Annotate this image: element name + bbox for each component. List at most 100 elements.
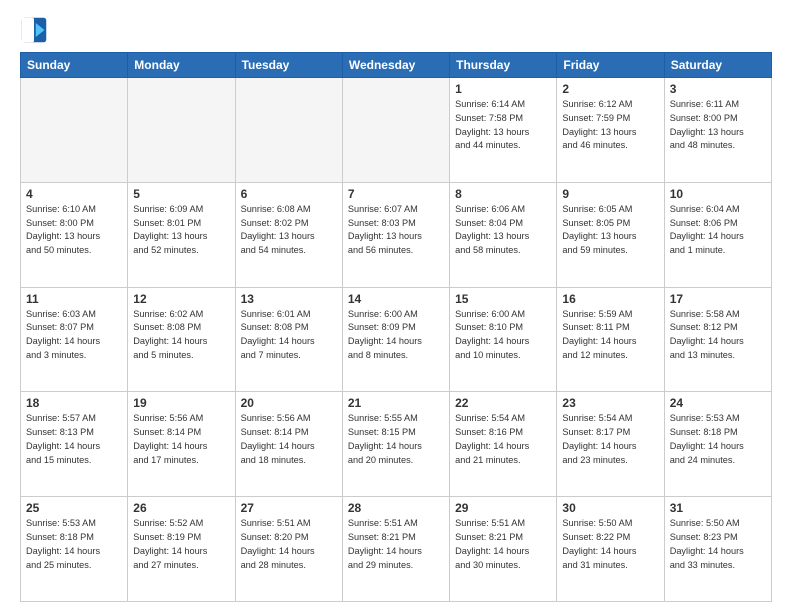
day-info: Sunrise: 6:04 AMSunset: 8:06 PMDaylight:… [670,203,766,258]
calendar-cell: 26 Sunrise: 5:52 AMSunset: 8:19 PMDayligh… [128,497,235,602]
day-number: 5 [133,187,229,201]
calendar-cell: 3 Sunrise: 6:11 AMSunset: 8:00 PMDaylight… [664,78,771,183]
day-number: 16 [562,292,658,306]
weekday-header-thursday: Thursday [450,53,557,78]
calendar-cell: 12 Sunrise: 6:02 AMSunset: 8:08 PMDayligh… [128,287,235,392]
day-number: 13 [241,292,337,306]
day-number: 15 [455,292,551,306]
day-number: 4 [26,187,122,201]
day-info: Sunrise: 5:50 AMSunset: 8:23 PMDaylight:… [670,517,766,572]
calendar-cell: 30 Sunrise: 5:50 AMSunset: 8:22 PMDayligh… [557,497,664,602]
calendar-cell: 9 Sunrise: 6:05 AMSunset: 8:05 PMDaylight… [557,182,664,287]
day-number: 23 [562,396,658,410]
day-number: 12 [133,292,229,306]
calendar-cell: 2 Sunrise: 6:12 AMSunset: 7:59 PMDaylight… [557,78,664,183]
calendar-cell: 4 Sunrise: 6:10 AMSunset: 8:00 PMDaylight… [21,182,128,287]
calendar-cell: 14 Sunrise: 6:00 AMSunset: 8:09 PMDayligh… [342,287,449,392]
calendar-cell: 8 Sunrise: 6:06 AMSunset: 8:04 PMDaylight… [450,182,557,287]
day-number: 19 [133,396,229,410]
calendar-cell: 13Sunrise: 6:01 AMSunset: 8:08 PMDayligh… [235,287,342,392]
day-number: 7 [348,187,444,201]
day-info: Sunrise: 5:57 AMSunset: 8:13 PMDaylight:… [26,412,122,467]
day-number: 31 [670,501,766,515]
calendar-cell: 5 Sunrise: 6:09 AMSunset: 8:01 PMDaylight… [128,182,235,287]
day-info: Sunrise: 6:05 AMSunset: 8:05 PMDaylight:… [562,203,658,258]
day-number: 26 [133,501,229,515]
day-number: 3 [670,82,766,96]
header [20,16,772,44]
day-number: 1 [455,82,551,96]
day-info: Sunrise: 6:12 AMSunset: 7:59 PMDaylight:… [562,98,658,153]
calendar-cell [342,78,449,183]
day-info: Sunrise: 6:09 AMSunset: 8:01 PMDaylight:… [133,203,229,258]
calendar-cell [21,78,128,183]
day-number: 8 [455,187,551,201]
calendar-cell: 20Sunrise: 5:56 AMSunset: 8:14 PMDayligh… [235,392,342,497]
calendar-cell: 21Sunrise: 5:55 AMSunset: 8:15 PMDayligh… [342,392,449,497]
day-info: Sunrise: 5:59 AMSunset: 8:11 PMDaylight:… [562,308,658,363]
day-info: Sunrise: 6:14 AMSunset: 7:58 PMDaylight:… [455,98,551,153]
calendar-cell: 23 Sunrise: 5:54 AMSunset: 8:17 PMDayligh… [557,392,664,497]
day-info: Sunrise: 5:51 AMSunset: 8:20 PMDaylight:… [241,517,337,572]
day-number: 30 [562,501,658,515]
calendar-cell: 31 Sunrise: 5:50 AMSunset: 8:23 PMDayligh… [664,497,771,602]
day-info: Sunrise: 6:10 AMSunset: 8:00 PMDaylight:… [26,203,122,258]
day-number: 29 [455,501,551,515]
day-info: Sunrise: 6:02 AMSunset: 8:08 PMDaylight:… [133,308,229,363]
day-info: Sunrise: 5:54 AMSunset: 8:16 PMDaylight:… [455,412,551,467]
calendar-cell: 24 Sunrise: 5:53 AMSunset: 8:18 PMDayligh… [664,392,771,497]
day-info: Sunrise: 5:54 AMSunset: 8:17 PMDaylight:… [562,412,658,467]
day-info: Sunrise: 5:56 AMSunset: 8:14 PMDaylight:… [241,412,337,467]
day-info: Sunrise: 5:52 AMSunset: 8:19 PMDaylight:… [133,517,229,572]
logo-icon [20,16,48,44]
calendar-cell: 16 Sunrise: 5:59 AMSunset: 8:11 PMDayligh… [557,287,664,392]
calendar-cell: 17Sunrise: 5:58 AMSunset: 8:12 PMDayligh… [664,287,771,392]
calendar-cell: 15Sunrise: 6:00 AMSunset: 8:10 PMDayligh… [450,287,557,392]
day-number: 9 [562,187,658,201]
day-info: Sunrise: 6:06 AMSunset: 8:04 PMDaylight:… [455,203,551,258]
weekday-header-monday: Monday [128,53,235,78]
calendar-cell [235,78,342,183]
day-info: Sunrise: 6:07 AMSunset: 8:03 PMDaylight:… [348,203,444,258]
day-number: 14 [348,292,444,306]
day-number: 21 [348,396,444,410]
calendar-cell: 27 Sunrise: 5:51 AMSunset: 8:20 PMDayligh… [235,497,342,602]
day-number: 22 [455,396,551,410]
day-info: Sunrise: 5:53 AMSunset: 8:18 PMDaylight:… [26,517,122,572]
weekday-header-tuesday: Tuesday [235,53,342,78]
calendar-cell: 6 Sunrise: 6:08 AMSunset: 8:02 PMDaylight… [235,182,342,287]
weekday-header-friday: Friday [557,53,664,78]
day-number: 18 [26,396,122,410]
calendar-cell: 18 Sunrise: 5:57 AMSunset: 8:13 PMDayligh… [21,392,128,497]
day-number: 24 [670,396,766,410]
day-info: Sunrise: 6:00 AMSunset: 8:09 PMDaylight:… [348,308,444,363]
day-info: Sunrise: 6:11 AMSunset: 8:00 PMDaylight:… [670,98,766,153]
day-info: Sunrise: 5:53 AMSunset: 8:18 PMDaylight:… [670,412,766,467]
day-info: Sunrise: 5:51 AMSunset: 8:21 PMDaylight:… [455,517,551,572]
day-info: Sunrise: 6:08 AMSunset: 8:02 PMDaylight:… [241,203,337,258]
day-number: 10 [670,187,766,201]
calendar-table: SundayMondayTuesdayWednesdayThursdayFrid… [20,52,772,602]
calendar-cell [128,78,235,183]
calendar-cell: 28 Sunrise: 5:51 AMSunset: 8:21 PMDayligh… [342,497,449,602]
calendar-cell: 25 Sunrise: 5:53 AMSunset: 8:18 PMDayligh… [21,497,128,602]
day-number: 17 [670,292,766,306]
day-info: Sunrise: 5:50 AMSunset: 8:22 PMDaylight:… [562,517,658,572]
day-number: 2 [562,82,658,96]
day-number: 27 [241,501,337,515]
calendar-cell: 29 Sunrise: 5:51 AMSunset: 8:21 PMDayligh… [450,497,557,602]
calendar-cell: 10 Sunrise: 6:04 AMSunset: 8:06 PMDayligh… [664,182,771,287]
page: SundayMondayTuesdayWednesdayThursdayFrid… [0,0,792,612]
calendar-cell: 22 Sunrise: 5:54 AMSunset: 8:16 PMDayligh… [450,392,557,497]
weekday-header-wednesday: Wednesday [342,53,449,78]
day-number: 11 [26,292,122,306]
day-number: 25 [26,501,122,515]
day-info: Sunrise: 5:56 AMSunset: 8:14 PMDaylight:… [133,412,229,467]
calendar-cell: 19 Sunrise: 5:56 AMSunset: 8:14 PMDayligh… [128,392,235,497]
day-info: Sunrise: 6:03 AMSunset: 8:07 PMDaylight:… [26,308,122,363]
day-number: 28 [348,501,444,515]
weekday-header-sunday: Sunday [21,53,128,78]
day-info: Sunrise: 5:51 AMSunset: 8:21 PMDaylight:… [348,517,444,572]
day-number: 6 [241,187,337,201]
calendar-cell: 11 Sunrise: 6:03 AMSunset: 8:07 PMDayligh… [21,287,128,392]
